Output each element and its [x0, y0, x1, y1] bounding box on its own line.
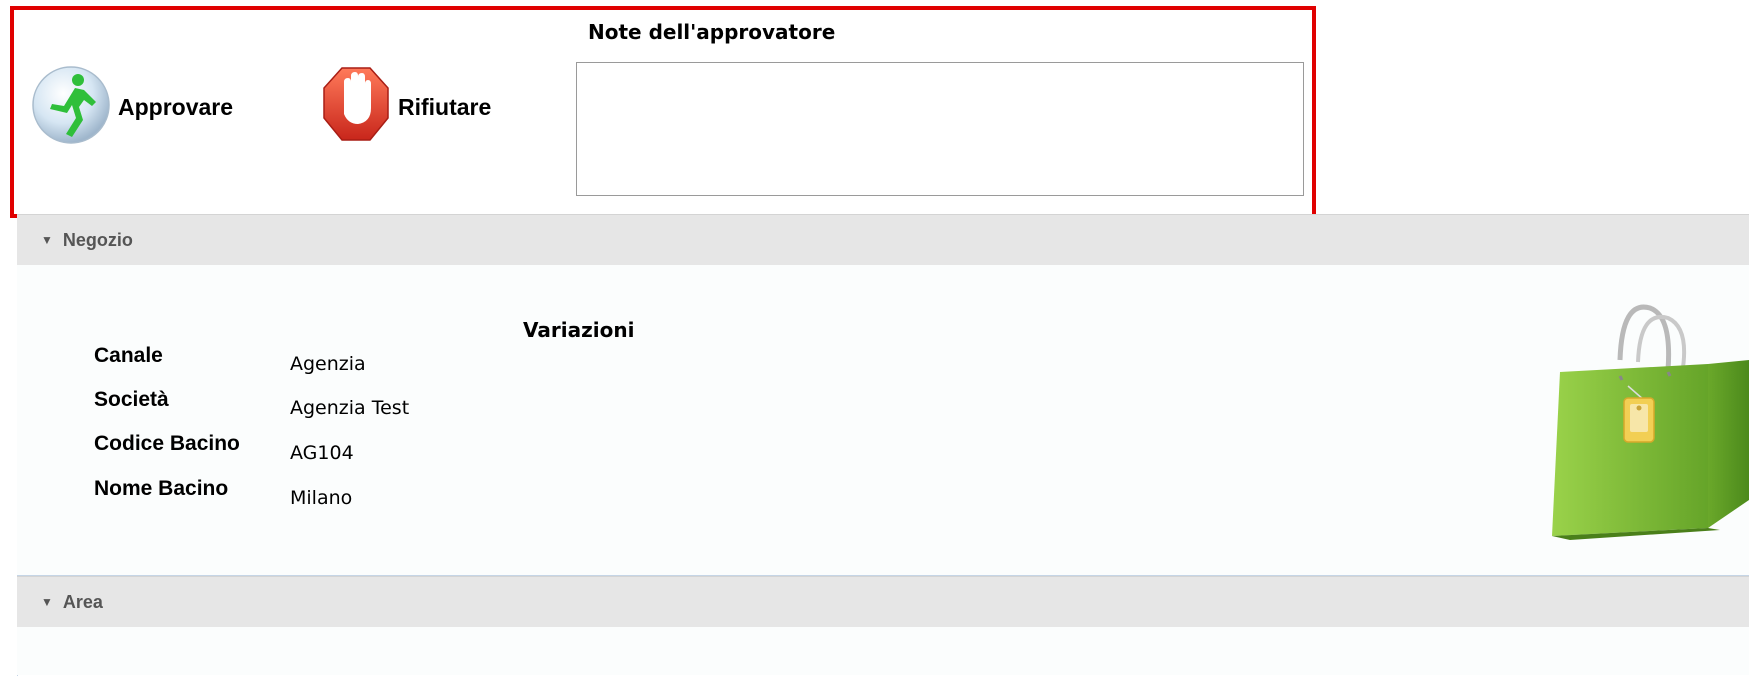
reject-label: Rifiutare	[398, 94, 492, 120]
reject-button[interactable]: Rifiutare	[320, 60, 491, 155]
panel-title-area: Area	[62, 591, 103, 612]
panel-title-negozio: Negozio	[62, 229, 133, 250]
panel-header-negozio[interactable]: ▼ Negozio	[17, 214, 1749, 265]
collapse-triangle-icon: ▼	[41, 233, 53, 247]
panel-body-area	[17, 627, 1749, 675]
panel-body-negozio	[17, 265, 1749, 576]
approve-button[interactable]: Approvare	[30, 60, 233, 155]
stop-hand-icon	[320, 60, 392, 155]
field-value-canale: Agenzia	[290, 353, 366, 375]
running-man-icon	[30, 60, 112, 155]
field-label-codice-bacino: Codice Bacino	[94, 432, 240, 455]
field-label-nome-bacino: Nome Bacino	[94, 477, 229, 500]
shopping-bag-icon	[1540, 300, 1749, 545]
field-label-canale: Canale	[94, 344, 163, 367]
field-value-codice-bacino: AG104	[290, 442, 354, 464]
panel-header-area[interactable]: ▼ Area	[17, 576, 1749, 627]
collapse-triangle-icon: ▼	[41, 595, 53, 609]
field-label-societa: Società	[94, 388, 169, 411]
notes-title: Note dell'approvatore	[588, 20, 836, 44]
field-value-societa: Agenzia Test	[290, 397, 410, 419]
variations-title: Variazioni	[523, 318, 635, 342]
field-value-nome-bacino: Milano	[290, 487, 353, 509]
approver-notes-input[interactable]	[576, 62, 1304, 196]
approve-label: Approvare	[118, 94, 234, 120]
